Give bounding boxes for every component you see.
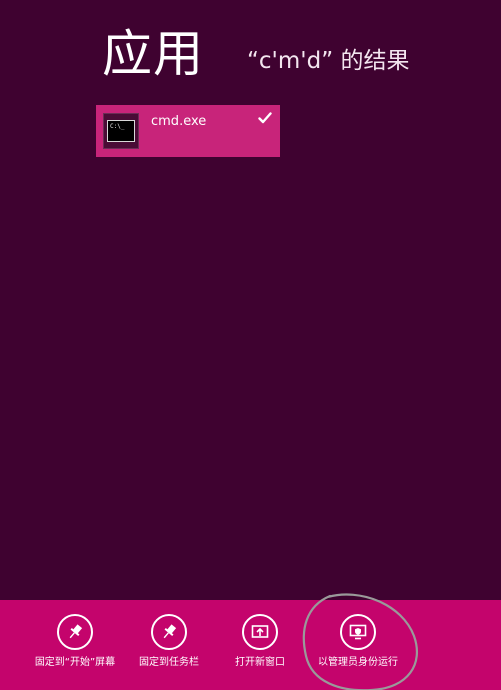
pin-icon xyxy=(151,614,187,650)
open-new-window-label: 打开新窗口 xyxy=(235,657,285,668)
result-tile-cmd[interactable]: C:\_ cmd.exe xyxy=(96,105,280,157)
search-query-label: “c'm'd” 的结果 xyxy=(247,48,410,74)
check-icon xyxy=(258,112,272,124)
pin-icon xyxy=(57,614,93,650)
app-bar: 固定到“开始”屏幕 固定到任务栏 打开新窗口 以管理员身份运行 xyxy=(0,600,501,690)
page-title: 应用 xyxy=(102,25,204,83)
command-prompt-icon: C:\_ xyxy=(103,113,139,149)
pin-to-start-button[interactable]: 固定到“开始”屏幕 xyxy=(35,614,115,688)
cmd-prompt-text: C:\_ xyxy=(110,123,125,130)
search-header: 应用 “c'm'd” 的结果 xyxy=(102,24,492,84)
hand-drawn-highlight-circle xyxy=(302,593,419,690)
result-label: cmd.exe xyxy=(151,114,207,129)
open-new-window-button[interactable]: 打开新窗口 xyxy=(220,614,300,688)
run-as-admin-button[interactable]: 以管理员身份运行 xyxy=(318,614,398,688)
pin-to-taskbar-button[interactable]: 固定到任务栏 xyxy=(129,614,209,688)
run-as-admin-label: 以管理员身份运行 xyxy=(318,657,398,668)
run-as-admin-icon xyxy=(340,614,376,650)
open-new-window-icon xyxy=(242,614,278,650)
pin-to-taskbar-label: 固定到任务栏 xyxy=(139,657,199,668)
cmd-window-graphic: C:\_ xyxy=(107,120,135,142)
pin-to-start-label: 固定到“开始”屏幕 xyxy=(34,657,116,668)
